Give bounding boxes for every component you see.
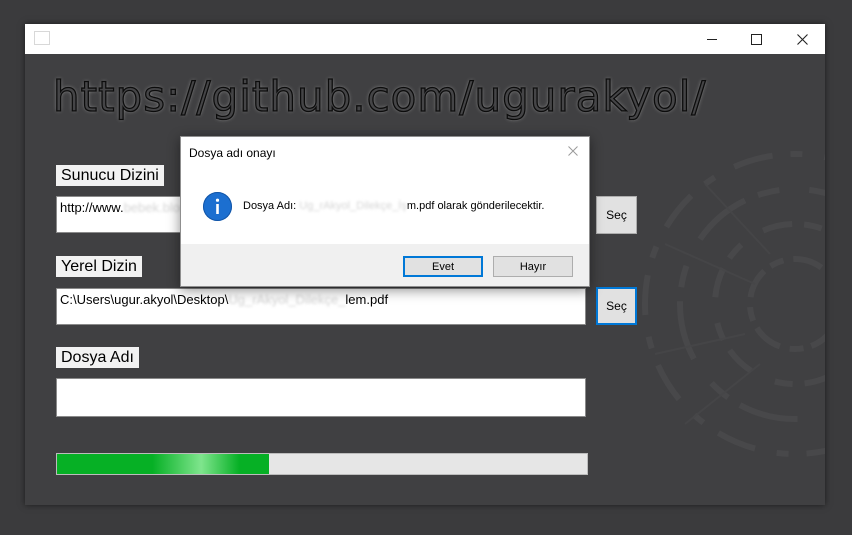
background-decoration: [642, 151, 825, 457]
dialog-message-prefix: Dosya Adı:: [243, 200, 300, 212]
close-icon: [796, 33, 808, 45]
local-dir-select-button[interactable]: Seç: [596, 287, 637, 325]
dialog-footer: Evet Hayır: [181, 244, 589, 286]
app-icon: [34, 31, 50, 45]
dialog-message: Dosya Adı: Ug_rAkyol_Dilekçe_İşm.pdf ola…: [243, 200, 544, 212]
confirm-dialog: Dosya adı onayı Dosya Adı: Ug_rAkyol_Dil…: [180, 136, 590, 287]
title-bar: [25, 24, 825, 54]
file-name-label: Dosya Adı: [56, 347, 139, 368]
server-dir-select-button[interactable]: Seç: [596, 196, 637, 234]
close-button[interactable]: [779, 24, 825, 54]
close-icon: [568, 146, 578, 156]
server-dir-value-prefix: http://www.: [60, 200, 124, 215]
dialog-message-redacted: Ug_rAkyol_Dilekçe_İş: [299, 200, 407, 212]
dialog-close-button[interactable]: [565, 143, 581, 159]
file-name-input[interactable]: [56, 378, 586, 417]
maximize-button[interactable]: [733, 24, 779, 54]
server-dir-label: Sunucu Dizini: [56, 165, 164, 186]
banner-text: https://github.com/ugurakyol/: [52, 71, 707, 121]
local-dir-value-suffix: lem.pdf: [345, 292, 389, 307]
local-dir-label: Yerel Dizin: [56, 256, 142, 277]
info-icon: [203, 192, 232, 221]
minimize-button[interactable]: [689, 24, 735, 54]
dialog-message-suffix: m.pdf olarak gönderilecektir.: [406, 200, 545, 212]
minimize-icon: [707, 38, 717, 40]
local-dir-input[interactable]: C:\Users\ugur.akyol\Desktop\Ug_rAkyol_Di…: [56, 288, 586, 325]
no-button[interactable]: Hayır: [493, 256, 573, 277]
local-dir-value-prefix: C:\Users\ugur.akyol\Desktop\: [60, 292, 229, 307]
upload-progress-bar: [56, 453, 588, 475]
yes-button[interactable]: Evet: [403, 256, 483, 277]
local-dir-value-redacted: Ug_rAkyol_Dilekçe_: [228, 292, 346, 307]
maximize-icon: [750, 33, 762, 45]
progress-fill: [57, 454, 269, 474]
dialog-title: Dosya adı onayı: [189, 146, 276, 160]
